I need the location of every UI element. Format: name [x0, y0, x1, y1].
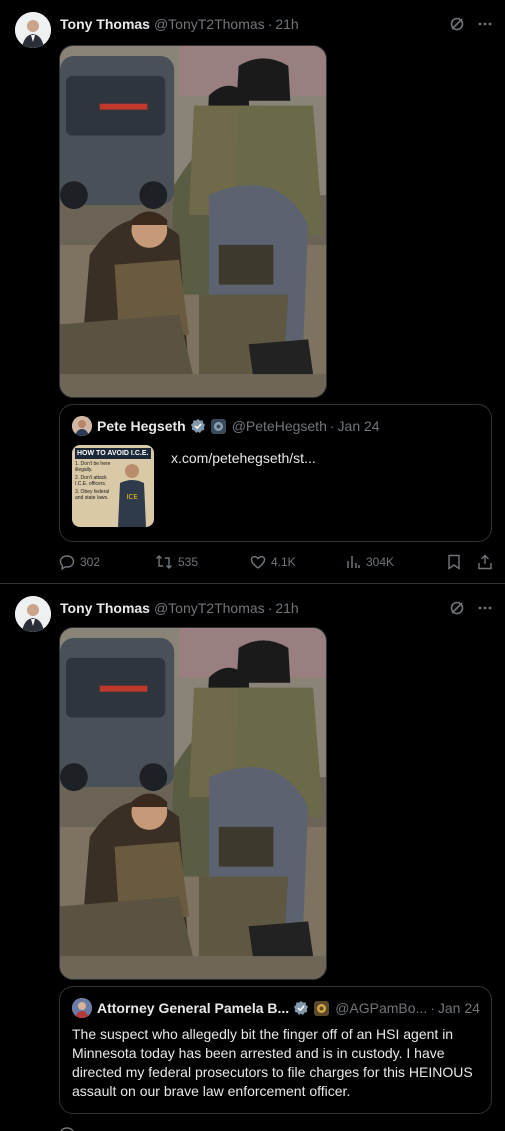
- share-icon[interactable]: [477, 554, 493, 570]
- post-actions: 302 535 4.1K 304K: [59, 552, 493, 572]
- quote-avatar: [72, 416, 92, 436]
- quote-author-name: Pete Hegseth: [97, 418, 186, 434]
- views-icon: [347, 556, 360, 568]
- separator-dot: ·: [267, 600, 273, 616]
- quote-header: Pete Hegseth @PeteHegseth · Jan 24: [72, 415, 479, 437]
- thumbnail-item: 1. Don't be here illegally.: [75, 461, 111, 473]
- verified-badge-icon: [190, 418, 206, 434]
- thumbnail-list: 1. Don't be here illegally. 2. Don't att…: [75, 461, 113, 503]
- like-button[interactable]: 4.1K: [250, 554, 345, 570]
- thumbnail-title: HOW TO AVOID I.C.E.: [75, 448, 151, 459]
- author-name[interactable]: Tony Thomas: [60, 16, 150, 32]
- header-actions: [449, 600, 493, 616]
- quote-author-name: Attorney General Pamela B...: [97, 1000, 290, 1016]
- quote-date: Jan 24: [437, 1000, 480, 1016]
- repost-button[interactable]: 535: [155, 554, 250, 570]
- post-header: Tony Thomas @TonyT2Thomas · 21h: [60, 598, 493, 618]
- affiliation-badge-icon: [210, 418, 226, 434]
- author-handle[interactable]: @TonyT2Thomas: [154, 600, 265, 616]
- quote-author-handle: @AGPamBo...: [335, 1000, 428, 1016]
- author-name[interactable]: Tony Thomas: [60, 600, 150, 616]
- reply-icon: [59, 555, 75, 570]
- post-time[interactable]: 21h: [275, 16, 298, 32]
- post[interactable]: Tony Thomas @TonyT2Thomas · 21h: [0, 584, 505, 1131]
- quote-author-handle: @PeteHegseth: [231, 418, 327, 434]
- like-icon: [250, 555, 266, 569]
- post-time[interactable]: 21h: [275, 600, 298, 616]
- quote-header: Attorney General Pamela B... @AGPamBo...…: [72, 997, 480, 1019]
- thumbnail-badge: ICE: [126, 493, 137, 501]
- like-count: 4.1K: [271, 555, 296, 569]
- secondary-actions: [447, 554, 493, 570]
- quote-link[interactable]: x.com/petehegseth/st...: [171, 450, 316, 466]
- author-handle[interactable]: @TonyT2Thomas: [154, 16, 265, 32]
- reply-button[interactable]: [59, 1126, 155, 1131]
- post[interactable]: Tony Thomas @TonyT2Thomas · 21h: [0, 0, 505, 584]
- reply-icon: [60, 1127, 74, 1131]
- grok-icon[interactable]: [449, 600, 465, 616]
- separator-dot: ·: [430, 1000, 435, 1016]
- quote-avatar: [72, 998, 92, 1018]
- quoted-post[interactable]: Pete Hegseth @PeteHegseth · Jan 24 HOW T…: [59, 404, 492, 542]
- separator-dot: ·: [267, 16, 273, 32]
- post-actions: [59, 1124, 493, 1131]
- quoted-post[interactable]: Attorney General Pamela B... @AGPamBo...…: [59, 986, 492, 1114]
- grok-icon[interactable]: [449, 16, 465, 32]
- quote-date: Jan 24: [337, 418, 380, 434]
- quote-text: The suspect who allegedly bit the finger…: [72, 1026, 473, 1099]
- thumbnail-item: 2. Don't attack I.C.E. officers.: [75, 475, 107, 487]
- post-photo[interactable]: [59, 45, 327, 398]
- bookmark-icon[interactable]: [447, 554, 461, 570]
- avatar[interactable]: [15, 12, 51, 48]
- reply-button[interactable]: 302: [59, 554, 155, 570]
- separator-dot: ·: [329, 418, 335, 434]
- thumbnail-item: 3. Obey federal and state laws.: [75, 489, 110, 501]
- verified-badge-icon: [293, 1000, 309, 1016]
- post-header: Tony Thomas @TonyT2Thomas · 21h: [60, 14, 493, 34]
- more-icon[interactable]: [477, 600, 493, 616]
- more-icon[interactable]: [477, 16, 493, 32]
- avatar[interactable]: [15, 596, 51, 632]
- views-button[interactable]: 304K: [345, 554, 445, 570]
- repost-count: 535: [178, 555, 199, 569]
- views-count: 304K: [366, 555, 395, 569]
- reply-count: 302: [80, 555, 101, 569]
- affiliation-badge-icon: [314, 1000, 330, 1016]
- timeline: Tony Thomas @TonyT2Thomas · 21h Pete Heg…: [0, 0, 505, 1131]
- officer-illustration: ICE: [118, 464, 146, 527]
- header-actions: [449, 16, 493, 32]
- repost-icon: [156, 555, 172, 569]
- link-card-thumbnail[interactable]: HOW TO AVOID I.C.E. 1. Don't be here ill…: [72, 445, 154, 527]
- post-photo[interactable]: [59, 627, 327, 980]
